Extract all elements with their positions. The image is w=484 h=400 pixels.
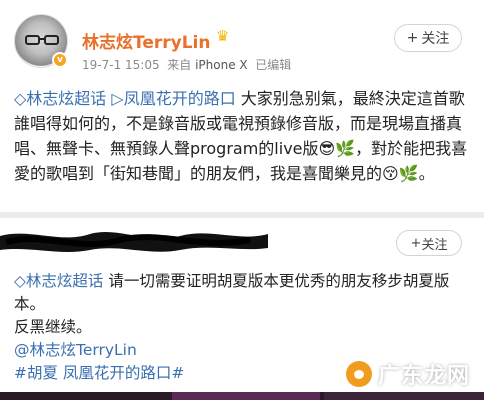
post-body-c: 。 [418, 164, 435, 183]
media-thumbnail[interactable] [324, 392, 484, 400]
sunglasses-emoji-icon: 😎🌿 [318, 139, 356, 158]
post-date: 19-7-1 15:05 [82, 58, 160, 72]
topic-link[interactable]: ◇林志炫超话 [14, 89, 106, 108]
follow-label: 关注 [421, 31, 450, 47]
follow-button-2[interactable]: + 关注 [396, 230, 462, 256]
crown-icon: ♛ [216, 27, 230, 45]
paw-logo-icon [345, 361, 372, 387]
glasses-icon [25, 35, 59, 45]
topic-link[interactable]: ◇林志炫超话 [14, 272, 103, 290]
username[interactable]: 林志炫TerryLin [82, 28, 210, 53]
post-meta: 19-7-1 15:05 来自 iPhone X 已编辑 [82, 56, 291, 73]
source-device[interactable]: iPhone X [195, 58, 248, 72]
edited-label[interactable]: 已编辑 [255, 58, 291, 72]
post-2-line-1: ◇林志炫超话 请一切需要证明胡夏版本更优秀的朋友移步胡夏版本。 [14, 270, 476, 316]
follow-button[interactable]: + 关注 [394, 24, 462, 52]
post-text: ◇林志炫超话 ▷凤凰花开的路口 大家别急别氣，最終決定這首歌誰唱得如何的，不是錄… [14, 86, 476, 186]
kiss-emoji-icon: 😚🌿 [382, 164, 419, 183]
topic-link-2[interactable]: ▷凤凰花开的路口 [111, 89, 235, 108]
media-thumbnails[interactable] [0, 392, 484, 400]
watermark-text: 广东龙网 [377, 364, 470, 389]
plus-icon: + [406, 30, 419, 46]
weibo-post-1: v 林志炫TerryLin ♛ 19-7-1 15:05 来自 iPhone X… [0, 0, 484, 212]
media-thumbnail[interactable] [172, 392, 320, 400]
follow-label-2: 关注 [421, 237, 448, 253]
source-prefix: 来自 [167, 58, 192, 72]
watermark: 广东龙网 [345, 358, 470, 390]
verified-badge: v [52, 52, 68, 68]
plus-icon: + [410, 235, 422, 251]
post-2-line-2: 反黑继续。 [14, 318, 92, 336]
redaction-scribble [0, 232, 268, 252]
